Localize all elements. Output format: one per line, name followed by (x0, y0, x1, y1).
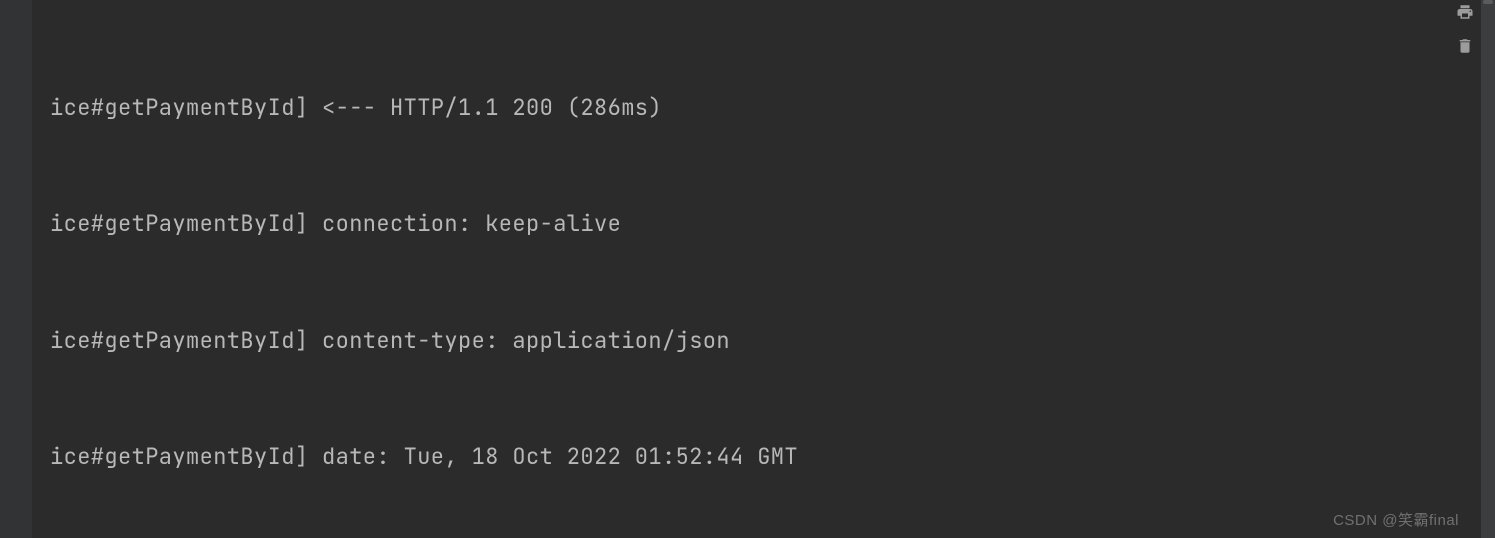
scrollbar-track[interactable] (1481, 0, 1495, 538)
console-output: ice#getPaymentById] <--- HTTP/1.1 200 (2… (50, 16, 1467, 538)
log-line: ice#getPaymentById] date: Tue, 18 Oct 20… (50, 433, 1467, 481)
scrollbar-thumb[interactable] (1483, 0, 1493, 4)
console-toolbar (1451, 0, 1479, 56)
printer-icon[interactable] (1455, 2, 1475, 22)
gutter-bar (0, 0, 32, 538)
trash-icon[interactable] (1455, 36, 1475, 56)
watermark: CSDN @笑霸final (1333, 509, 1459, 532)
log-line: ice#getPaymentById] <--- HTTP/1.1 200 (2… (50, 84, 1467, 132)
log-line: ice#getPaymentById] content-type: applic… (50, 317, 1467, 365)
log-line: ice#getPaymentById] connection: keep-ali… (50, 200, 1467, 248)
